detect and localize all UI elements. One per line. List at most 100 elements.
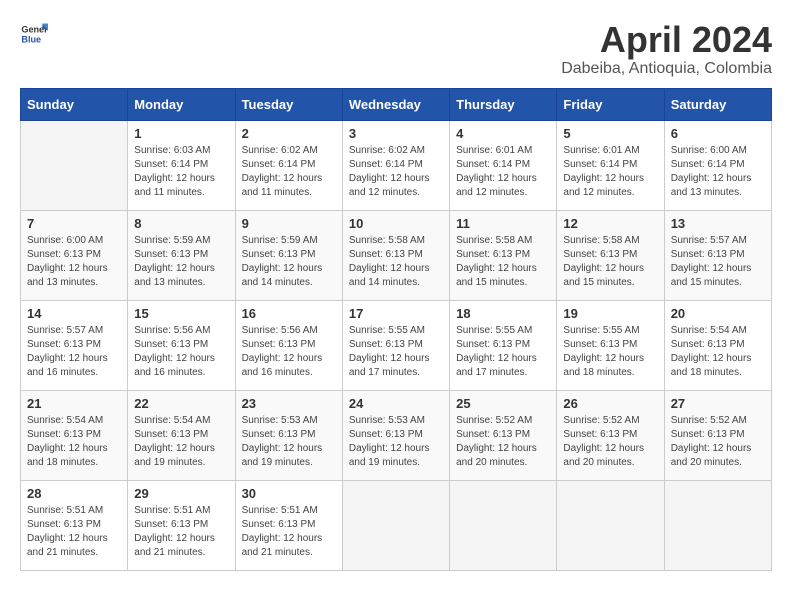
calendar-cell: 8 Sunrise: 5:59 AMSunset: 6:13 PMDaylight… xyxy=(128,210,235,300)
title-area: April 2024 Dabeiba, Antioquia, Colombia xyxy=(561,20,772,78)
weekday-header-monday: Monday xyxy=(128,88,235,120)
day-info: Sunrise: 6:00 AMSunset: 6:13 PMDaylight:… xyxy=(27,234,121,290)
day-info: Sunrise: 5:59 AMSunset: 6:13 PMDaylight:… xyxy=(134,234,228,290)
calendar-cell: 21 Sunrise: 5:54 AMSunset: 6:13 PMDayligh… xyxy=(21,390,128,480)
calendar-cell: 13 Sunrise: 5:57 AMSunset: 6:13 PMDayligh… xyxy=(664,210,771,300)
day-info: Sunrise: 6:01 AMSunset: 6:14 PMDaylight:… xyxy=(563,144,657,200)
day-number: 3 xyxy=(349,126,443,141)
day-info: Sunrise: 5:54 AMSunset: 6:13 PMDaylight:… xyxy=(27,414,121,470)
day-number: 2 xyxy=(242,126,336,141)
weekday-header-row: SundayMondayTuesdayWednesdayThursdayFrid… xyxy=(21,88,772,120)
svg-text:Blue: Blue xyxy=(21,34,41,44)
calendar-cell: 30 Sunrise: 5:51 AMSunset: 6:13 PMDayligh… xyxy=(235,480,342,570)
day-number: 7 xyxy=(27,216,121,231)
calendar-cell: 7 Sunrise: 6:00 AMSunset: 6:13 PMDaylight… xyxy=(21,210,128,300)
calendar-cell: 17Sunrise: 5:55 AMSunset: 6:13 PMDayligh… xyxy=(342,300,449,390)
day-info: Sunrise: 5:55 AMSunset: 6:13 PMDaylight:… xyxy=(563,324,657,380)
calendar-cell: 5 Sunrise: 6:01 AMSunset: 6:14 PMDaylight… xyxy=(557,120,664,210)
calendar-cell: 16Sunrise: 5:56 AMSunset: 6:13 PMDayligh… xyxy=(235,300,342,390)
day-info: Sunrise: 5:53 AMSunset: 6:13 PMDaylight:… xyxy=(349,414,443,470)
calendar-cell: 11 Sunrise: 5:58 AMSunset: 6:13 PMDayligh… xyxy=(450,210,557,300)
calendar-week-3: 14 Sunrise: 5:57 AMSunset: 6:13 PMDayligh… xyxy=(21,300,772,390)
calendar-cell: 23Sunrise: 5:53 AMSunset: 6:13 PMDayligh… xyxy=(235,390,342,480)
day-info: Sunrise: 5:58 AMSunset: 6:13 PMDaylight:… xyxy=(349,234,443,290)
calendar-table: SundayMondayTuesdayWednesdayThursdayFrid… xyxy=(20,88,772,571)
calendar-cell: 26 Sunrise: 5:52 AMSunset: 6:13 PMDayligh… xyxy=(557,390,664,480)
day-number: 19 xyxy=(563,306,657,321)
calendar-cell: 10Sunrise: 5:58 AMSunset: 6:13 PMDayligh… xyxy=(342,210,449,300)
calendar-cell: 28 Sunrise: 5:51 AMSunset: 6:13 PMDayligh… xyxy=(21,480,128,570)
weekday-header-tuesday: Tuesday xyxy=(235,88,342,120)
calendar-cell xyxy=(21,120,128,210)
weekday-header-thursday: Thursday xyxy=(450,88,557,120)
day-number: 27 xyxy=(671,396,765,411)
calendar-week-1: 1Sunrise: 6:03 AMSunset: 6:14 PMDaylight… xyxy=(21,120,772,210)
calendar-cell: 4 Sunrise: 6:01 AMSunset: 6:14 PMDaylight… xyxy=(450,120,557,210)
calendar-week-2: 7 Sunrise: 6:00 AMSunset: 6:13 PMDaylight… xyxy=(21,210,772,300)
calendar-cell: 12 Sunrise: 5:58 AMSunset: 6:13 PMDayligh… xyxy=(557,210,664,300)
day-info: Sunrise: 5:54 AMSunset: 6:13 PMDaylight:… xyxy=(134,414,228,470)
page-header: General Blue April 2024 Dabeiba, Antioqu… xyxy=(20,20,772,78)
day-number: 13 xyxy=(671,216,765,231)
day-number: 5 xyxy=(563,126,657,141)
calendar-cell xyxy=(450,480,557,570)
calendar-week-4: 21 Sunrise: 5:54 AMSunset: 6:13 PMDayligh… xyxy=(21,390,772,480)
day-number: 26 xyxy=(563,396,657,411)
day-info: Sunrise: 6:02 AMSunset: 6:14 PMDaylight:… xyxy=(349,144,443,200)
day-number: 8 xyxy=(134,216,228,231)
day-number: 6 xyxy=(671,126,765,141)
day-info: Sunrise: 5:51 AMSunset: 6:13 PMDaylight:… xyxy=(242,504,336,560)
day-number: 9 xyxy=(242,216,336,231)
day-number: 22 xyxy=(134,396,228,411)
day-info: Sunrise: 5:57 AMSunset: 6:13 PMDaylight:… xyxy=(27,324,121,380)
day-number: 16 xyxy=(242,306,336,321)
calendar-cell: 19 Sunrise: 5:55 AMSunset: 6:13 PMDayligh… xyxy=(557,300,664,390)
calendar-cell: 18 Sunrise: 5:55 AMSunset: 6:13 PMDayligh… xyxy=(450,300,557,390)
day-info: Sunrise: 5:55 AMSunset: 6:13 PMDaylight:… xyxy=(456,324,550,380)
weekday-header-sunday: Sunday xyxy=(21,88,128,120)
day-number: 30 xyxy=(242,486,336,501)
day-number: 1 xyxy=(134,126,228,141)
day-info: Sunrise: 5:59 AMSunset: 6:13 PMDaylight:… xyxy=(242,234,336,290)
day-info: Sunrise: 6:02 AMSunset: 6:14 PMDaylight:… xyxy=(242,144,336,200)
calendar-week-5: 28 Sunrise: 5:51 AMSunset: 6:13 PMDayligh… xyxy=(21,480,772,570)
calendar-cell: 2 Sunrise: 6:02 AMSunset: 6:14 PMDaylight… xyxy=(235,120,342,210)
day-number: 18 xyxy=(456,306,550,321)
day-number: 24 xyxy=(349,396,443,411)
day-info: Sunrise: 5:52 AMSunset: 6:13 PMDaylight:… xyxy=(563,414,657,470)
day-number: 20 xyxy=(671,306,765,321)
day-number: 15 xyxy=(134,306,228,321)
day-info: Sunrise: 5:56 AMSunset: 6:13 PMDaylight:… xyxy=(134,324,228,380)
day-number: 28 xyxy=(27,486,121,501)
calendar-cell: 6 Sunrise: 6:00 AMSunset: 6:14 PMDaylight… xyxy=(664,120,771,210)
calendar-cell: 1Sunrise: 6:03 AMSunset: 6:14 PMDaylight… xyxy=(128,120,235,210)
month-title: April 2024 xyxy=(561,20,772,60)
day-number: 4 xyxy=(456,126,550,141)
calendar-cell xyxy=(342,480,449,570)
calendar-cell xyxy=(664,480,771,570)
day-info: Sunrise: 5:57 AMSunset: 6:13 PMDaylight:… xyxy=(671,234,765,290)
calendar-cell: 14 Sunrise: 5:57 AMSunset: 6:13 PMDayligh… xyxy=(21,300,128,390)
day-number: 12 xyxy=(563,216,657,231)
day-info: Sunrise: 5:54 AMSunset: 6:13 PMDaylight:… xyxy=(671,324,765,380)
day-info: Sunrise: 6:01 AMSunset: 6:14 PMDaylight:… xyxy=(456,144,550,200)
day-info: Sunrise: 5:52 AMSunset: 6:13 PMDaylight:… xyxy=(456,414,550,470)
day-number: 17 xyxy=(349,306,443,321)
day-info: Sunrise: 5:58 AMSunset: 6:13 PMDaylight:… xyxy=(456,234,550,290)
calendar-cell: 29 Sunrise: 5:51 AMSunset: 6:13 PMDayligh… xyxy=(128,480,235,570)
weekday-header-wednesday: Wednesday xyxy=(342,88,449,120)
calendar-cell: 3 Sunrise: 6:02 AMSunset: 6:14 PMDaylight… xyxy=(342,120,449,210)
day-number: 21 xyxy=(27,396,121,411)
day-info: Sunrise: 5:58 AMSunset: 6:13 PMDaylight:… xyxy=(563,234,657,290)
day-number: 25 xyxy=(456,396,550,411)
day-info: Sunrise: 5:53 AMSunset: 6:13 PMDaylight:… xyxy=(242,414,336,470)
weekday-header-saturday: Saturday xyxy=(664,88,771,120)
day-number: 11 xyxy=(456,216,550,231)
day-info: Sunrise: 6:00 AMSunset: 6:14 PMDaylight:… xyxy=(671,144,765,200)
weekday-header-friday: Friday xyxy=(557,88,664,120)
day-number: 14 xyxy=(27,306,121,321)
day-info: Sunrise: 5:51 AMSunset: 6:13 PMDaylight:… xyxy=(134,504,228,560)
calendar-cell: 25 Sunrise: 5:52 AMSunset: 6:13 PMDayligh… xyxy=(450,390,557,480)
day-number: 29 xyxy=(134,486,228,501)
day-info: Sunrise: 5:51 AMSunset: 6:13 PMDaylight:… xyxy=(27,504,121,560)
